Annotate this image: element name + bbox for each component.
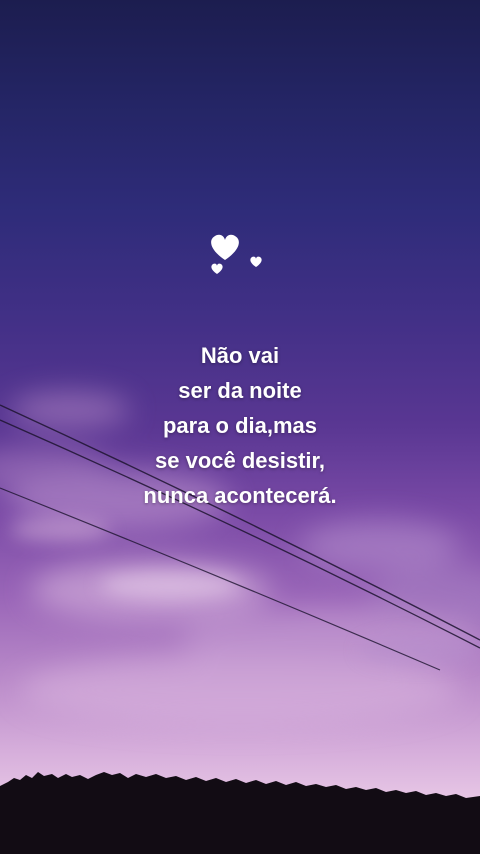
quote-line-1: Não vai: [200, 343, 280, 368]
hearts-decoration: [211, 234, 262, 274]
quote-line-3: para o dia,mas: [162, 413, 318, 438]
quote-line-4: se você desistir,: [155, 448, 325, 473]
quote-line-5: nunca acontecerá.: [143, 483, 337, 508]
heart-icon: [211, 263, 223, 274]
motivational-quote: Não vai ser da noite para o dia,mas se v…: [0, 338, 480, 513]
quote-line-2: ser da noite: [178, 378, 302, 403]
wallpaper-scene: Não vai ser da noite para o dia,mas se v…: [0, 0, 480, 854]
heart-icon: [211, 234, 239, 260]
heart-icon: [250, 256, 262, 267]
tree-silhouette: [0, 772, 480, 854]
